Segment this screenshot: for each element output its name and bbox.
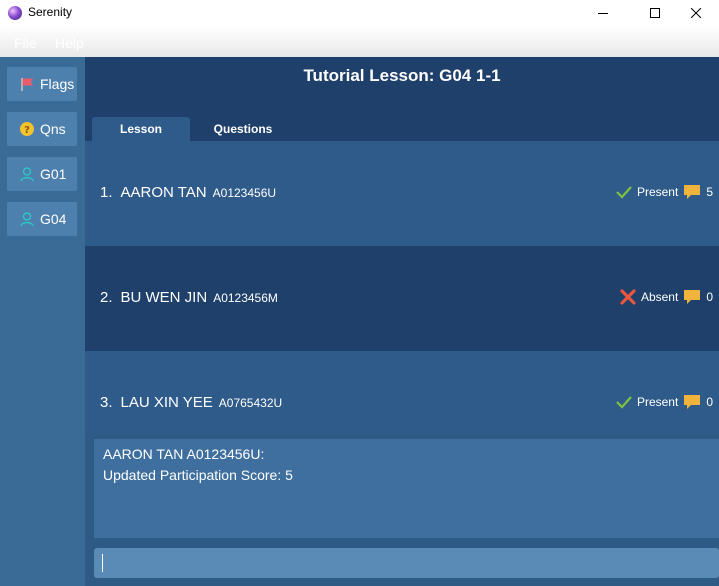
result-line: Updated Participation Score: 5	[103, 467, 293, 483]
comment-icon	[683, 184, 701, 200]
page-title: Tutorial Lesson: G04 1-1	[303, 66, 501, 85]
flag-icon	[19, 76, 35, 92]
check-icon	[616, 185, 632, 199]
comment-icon	[683, 289, 701, 305]
title-bar: Serenity	[0, 0, 719, 26]
tab-questions[interactable]: Questions	[195, 117, 291, 141]
participation-score: 0	[706, 290, 713, 304]
sidebar: Flags ? Qns G01 G04	[0, 57, 85, 586]
sidebar-item-label: Flags	[40, 76, 75, 92]
student-id: A0765432U	[218, 396, 283, 410]
command-input[interactable]	[94, 548, 719, 578]
attendance-status: Present	[636, 185, 679, 199]
list-item[interactable]: 2. BU WEN JIN A0123456M Absent 0	[85, 246, 719, 351]
sidebar-item-flags[interactable]: Flags	[7, 67, 77, 101]
menu-help[interactable]: Help	[55, 35, 84, 51]
student-list[interactable]: 1. AARON TAN A0123456U Present 5 2. BU W…	[85, 141, 719, 434]
menu-bar: File Help	[0, 26, 719, 57]
result-line: AARON TAN A0123456U:	[103, 446, 265, 462]
student-index: 1.	[100, 184, 113, 201]
participation-score: 0	[706, 395, 713, 409]
participation-score: 5	[706, 185, 713, 199]
close-icon	[691, 8, 701, 18]
student-name: LAU XIN YEE	[120, 394, 213, 411]
menu-file[interactable]: File	[14, 35, 37, 51]
sidebar-item-g01[interactable]: G01	[7, 157, 77, 191]
maximize-icon	[650, 8, 660, 18]
question-icon: ?	[19, 121, 35, 137]
student-index: 3.	[100, 394, 113, 411]
minimize-button[interactable]	[580, 0, 626, 26]
sidebar-item-label: G04	[40, 211, 67, 227]
student-name: BU WEN JIN	[120, 289, 208, 306]
minimize-icon	[598, 13, 608, 14]
text-caret	[102, 554, 103, 572]
tab-lesson[interactable]: Lesson	[92, 117, 190, 141]
user-icon	[19, 211, 35, 227]
result-display: AARON TAN A0123456U: Updated Participati…	[94, 439, 719, 538]
close-button[interactable]	[673, 0, 719, 26]
maximize-button[interactable]	[632, 0, 678, 26]
cross-icon	[620, 289, 636, 305]
user-icon	[19, 166, 35, 182]
check-icon	[616, 395, 632, 409]
list-item[interactable]: 1. AARON TAN A0123456U Present 5	[85, 141, 719, 246]
attendance-status: Absent	[640, 290, 679, 304]
sidebar-item-label: G01	[40, 166, 67, 182]
app-logo-icon	[8, 6, 22, 20]
svg-text:?: ?	[24, 125, 30, 136]
attendance-status: Present	[636, 395, 679, 409]
sidebar-item-g04[interactable]: G04	[7, 202, 77, 236]
student-index: 2.	[100, 289, 113, 306]
window-title: Serenity	[28, 5, 73, 19]
comment-icon	[683, 394, 701, 410]
sidebar-item-label: Qns	[40, 121, 66, 137]
sidebar-item-qns[interactable]: ? Qns	[7, 112, 77, 146]
student-id: A0123456M	[213, 291, 278, 305]
lesson-header: Tutorial Lesson: G04 1-1 Lesson Question…	[85, 57, 719, 141]
student-name: AARON TAN	[120, 184, 207, 201]
student-id: A0123456U	[212, 186, 277, 200]
list-item[interactable]: 3. LAU XIN YEE A0765432U Present 0	[85, 351, 719, 434]
